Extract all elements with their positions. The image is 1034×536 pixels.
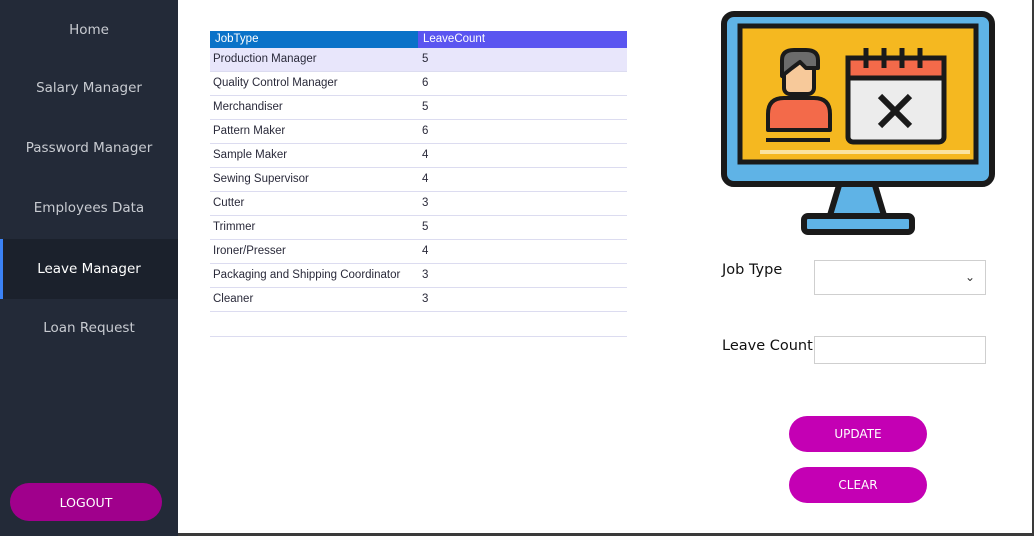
table-row[interactable]: Trimmer 5 <box>210 216 627 240</box>
table-row[interactable]: Production Manager 5 <box>210 48 627 72</box>
cell-jobtype[interactable]: Production Manager <box>210 48 419 71</box>
main-panel: JobType LeaveCount Production Manager 5 Qu… <box>178 0 1032 533</box>
leave-grid[interactable]: JobType LeaveCount Production Manager 5 Qu… <box>210 31 627 337</box>
grid-body: Production Manager 5 Quality Control Manag… <box>210 48 627 312</box>
table-row[interactable]: Cleaner 3 <box>210 288 627 312</box>
cell-leavecount[interactable]: 4 <box>419 144 627 167</box>
sidebar-item-home[interactable]: Home <box>0 0 178 60</box>
sidebar-item-label: Leave Manager <box>37 261 141 277</box>
cell-jobtype[interactable]: Sample Maker <box>210 144 419 167</box>
clear-button[interactable]: CLEAR <box>789 467 927 503</box>
table-row[interactable]: Merchandiser 5 <box>210 96 627 120</box>
cell-leavecount[interactable]: 3 <box>419 192 627 215</box>
sidebar-item-leave-manager[interactable]: Leave Manager <box>0 239 178 299</box>
cell-leavecount[interactable]: 5 <box>419 96 627 119</box>
cell-leavecount[interactable]: 5 <box>419 216 627 239</box>
cell-leavecount[interactable]: 6 <box>419 120 627 143</box>
job-type-select[interactable]: ⌄ <box>814 260 986 295</box>
cell-leavecount[interactable]: 6 <box>419 72 627 95</box>
monitor-leave-calendar-icon <box>721 11 995 235</box>
sidebar-item-label: Home <box>69 22 109 38</box>
job-type-label: Job Type <box>722 262 783 278</box>
cell-jobtype[interactable]: Cleaner <box>210 288 419 311</box>
grid-header: JobType LeaveCount <box>210 31 627 48</box>
cell-jobtype[interactable]: Cutter <box>210 192 419 215</box>
table-row[interactable]: Quality Control Manager 6 <box>210 72 627 96</box>
leave-count-input[interactable] <box>814 336 986 364</box>
sidebar-item-loan-request[interactable]: Loan Request <box>0 298 178 358</box>
sidebar-item-label: Salary Manager <box>36 80 142 96</box>
cell-leavecount[interactable]: 4 <box>419 240 627 263</box>
table-row[interactable]: Ironer/Presser 4 <box>210 240 627 264</box>
grid-empty-row <box>210 312 627 337</box>
logout-button[interactable]: LOGOUT <box>10 483 162 521</box>
column-header-jobtype[interactable]: JobType <box>210 31 418 48</box>
sidebar-item-label: Loan Request <box>43 320 135 336</box>
sidebar-item-label: Password Manager <box>25 140 153 156</box>
table-row[interactable]: Cutter 3 <box>210 192 627 216</box>
cell-jobtype[interactable]: Packaging and Shipping Coordinator <box>210 264 419 287</box>
cell-leavecount[interactable]: 4 <box>419 168 627 191</box>
cell-jobtype[interactable]: Trimmer <box>210 216 419 239</box>
sidebar-item-password-manager[interactable]: Password Manager <box>0 118 178 178</box>
chevron-down-icon: ⌄ <box>964 270 975 284</box>
cell-leavecount[interactable]: 3 <box>419 288 627 311</box>
sidebar-item-employees-data[interactable]: Employees Data <box>0 178 178 238</box>
cell-jobtype[interactable]: Ironer/Presser <box>210 240 419 263</box>
cell-jobtype[interactable]: Merchandiser <box>210 96 419 119</box>
cell-leavecount[interactable]: 3 <box>419 264 627 287</box>
table-row[interactable]: Packaging and Shipping Coordinator 3 <box>210 264 627 288</box>
table-row[interactable]: Sample Maker 4 <box>210 144 627 168</box>
update-button[interactable]: UPDATE <box>789 416 927 452</box>
cell-jobtype[interactable]: Quality Control Manager <box>210 72 419 95</box>
table-row[interactable]: Pattern Maker 6 <box>210 120 627 144</box>
sidebar-item-label: Employees Data <box>33 200 145 216</box>
sidebar-item-salary-manager[interactable]: Salary Manager <box>0 58 178 118</box>
table-row[interactable]: Sewing Supervisor 4 <box>210 168 627 192</box>
cell-jobtype[interactable]: Sewing Supervisor <box>210 168 419 191</box>
cell-leavecount[interactable]: 5 <box>419 48 627 71</box>
column-header-leavecount[interactable]: LeaveCount <box>418 31 627 48</box>
sidebar: Home Salary Manager Password Manager Emp… <box>0 0 178 536</box>
leave-count-label: Leave Count <box>722 338 813 354</box>
cell-jobtype[interactable]: Pattern Maker <box>210 120 419 143</box>
